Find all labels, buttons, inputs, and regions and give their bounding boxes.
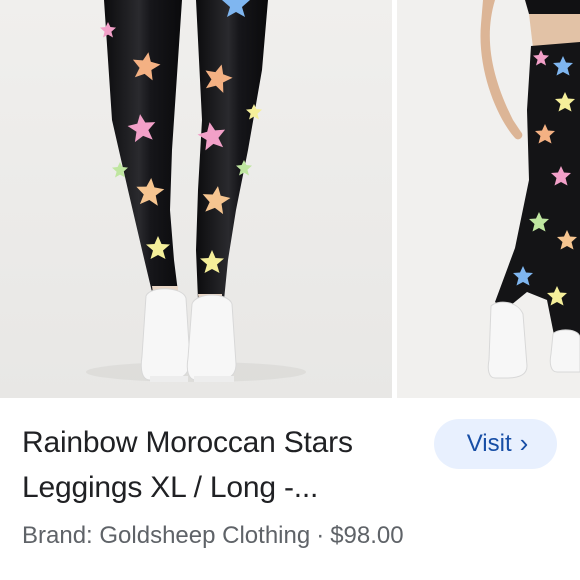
leggings-side-photo	[397, 0, 580, 398]
product-image-side[interactable]	[397, 0, 580, 398]
visit-label: Visit	[466, 430, 512, 457]
brand-label: Brand: Goldsheep Clothing	[22, 522, 311, 549]
product-image-front[interactable]	[0, 0, 392, 398]
product-image-carousel[interactable]	[0, 0, 580, 398]
chevron-right-icon: ›	[519, 427, 529, 458]
product-info-panel: Rainbow Moroccan Stars Leggings XL / Lon…	[0, 398, 580, 580]
leggings-front-photo	[0, 0, 392, 398]
visit-button[interactable]: Visit ›	[434, 419, 557, 469]
product-meta: Brand: Goldsheep Clothing · $98.00	[22, 522, 404, 550]
product-title[interactable]: Rainbow Moroccan Stars Leggings XL / Lon…	[22, 420, 417, 510]
price: $98.00	[330, 522, 404, 549]
meta-separator: ·	[316, 522, 325, 549]
